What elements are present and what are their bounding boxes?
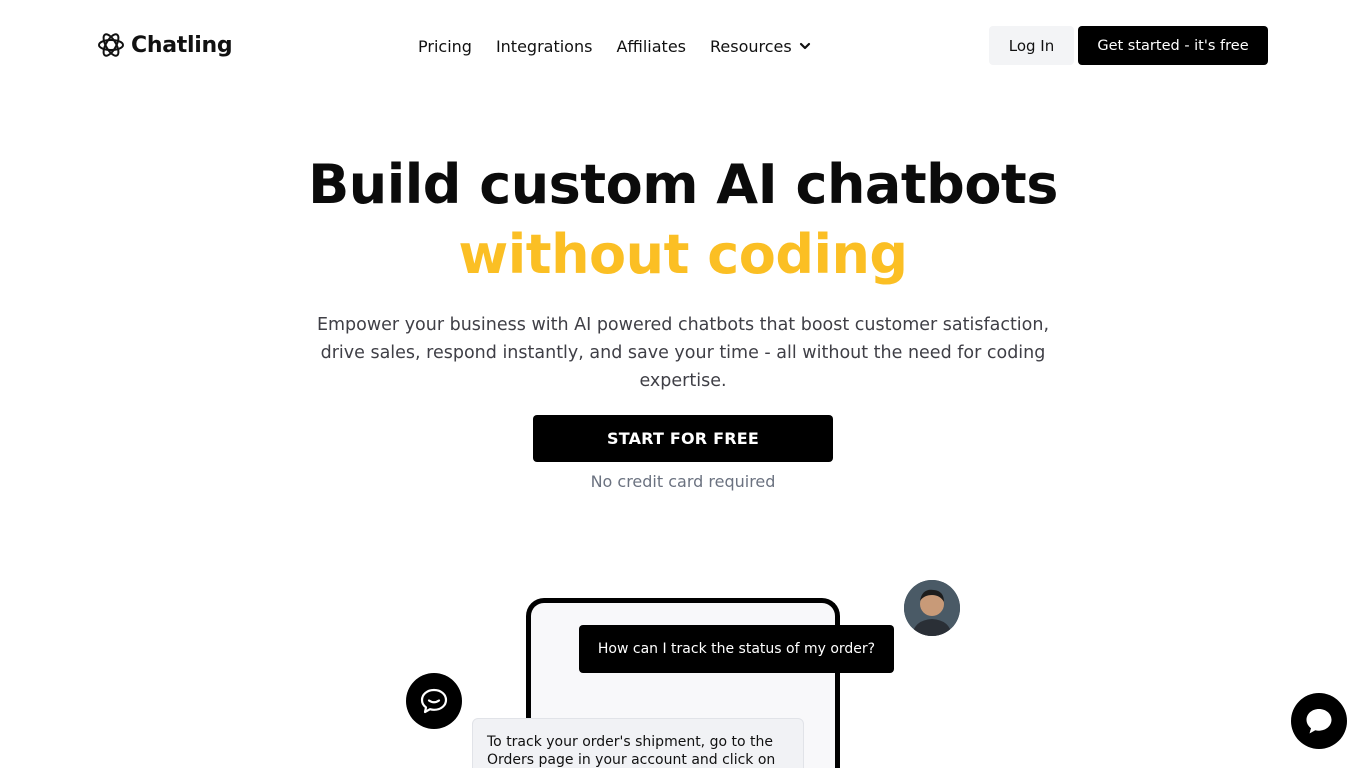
no-credit-card-note: No credit card required	[590, 472, 776, 491]
brand-logo[interactable]: Chatling	[97, 28, 233, 62]
start-for-free-button[interactable]: START FOR FREE	[533, 415, 833, 462]
chevron-down-icon	[799, 42, 810, 50]
get-started-button[interactable]: Get started - it's free	[1078, 26, 1268, 65]
chat-launcher-button[interactable]	[1291, 693, 1347, 749]
user-avatar	[904, 580, 960, 636]
nav-integrations[interactable]: Integrations	[496, 37, 593, 56]
chat-bubble-icon	[420, 688, 448, 714]
brand-name: Chatling	[131, 32, 233, 58]
hero-title-accent: without coding	[458, 223, 908, 286]
bot-icon	[406, 673, 462, 729]
hero-title: Build custom AI chatbots without coding	[0, 150, 1366, 290]
nav-resources-label: Resources	[710, 36, 792, 56]
hero-title-line1: Build custom AI chatbots	[308, 153, 1058, 216]
user-question-bubble: How can I track the status of my order?	[579, 625, 894, 673]
top-navbar: Chatling Pricing Integrations Affiliates…	[0, 0, 1366, 92]
nav-affiliates[interactable]: Affiliates	[616, 37, 686, 56]
bot-answer-bubble: To track your order's shipment, go to th…	[472, 718, 804, 768]
login-button[interactable]: Log In	[989, 26, 1074, 65]
nav-pricing[interactable]: Pricing	[418, 37, 472, 56]
hero-subtitle: Empower your business with AI powered ch…	[316, 315, 1050, 391]
person-avatar-icon	[904, 580, 960, 636]
atom-icon	[98, 33, 124, 57]
chat-bubble-icon	[1306, 709, 1332, 734]
nav-resources[interactable]: Resources	[710, 37, 812, 56]
main-menu: Pricing Integrations Affiliates Resource…	[418, 33, 836, 59]
